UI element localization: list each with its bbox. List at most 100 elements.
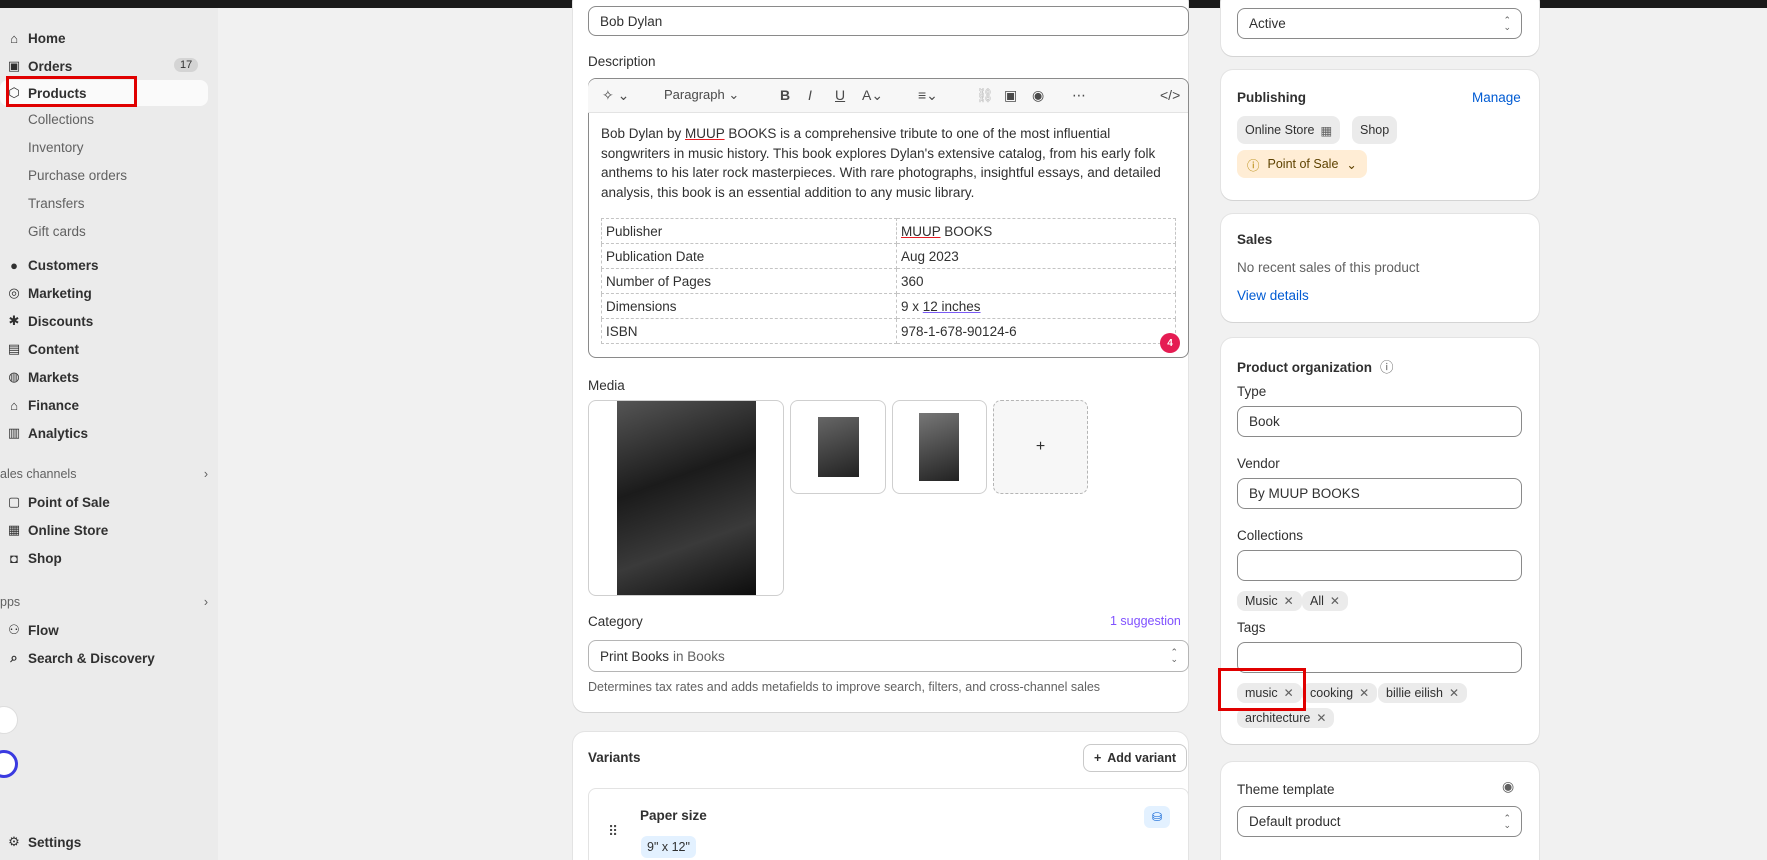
- sales-channels-section[interactable]: ales channels ›: [0, 464, 208, 484]
- vendor-label: Vendor: [1237, 456, 1280, 471]
- sidebar-item-shop[interactable]: ◘ Shop: [0, 545, 208, 571]
- sidebar-item-collections[interactable]: Collections: [28, 107, 94, 131]
- editor-toolbar: ✧ ⌄ Paragraph ⌄ B I U A⌄ ≡⌄ ⛓ ▣ ◉ ⋯ </>: [588, 79, 1188, 113]
- plus-icon: +: [1093, 751, 1102, 765]
- collections-label: Collections: [1237, 528, 1304, 543]
- channel-online-store: Online Store ▦: [1237, 116, 1341, 144]
- sidebar-item-transfers[interactable]: Transfers: [28, 191, 85, 215]
- sidebar-item-inventory[interactable]: Inventory: [28, 135, 84, 159]
- drag-handle-icon[interactable]: ⠿: [608, 823, 618, 840]
- sidebar-item-gift-cards[interactable]: Gift cards: [28, 219, 86, 243]
- close-icon[interactable]: ✕: [1316, 711, 1326, 725]
- add-media-button[interactable]: +: [993, 400, 1088, 494]
- gear-icon: ⚙: [8, 834, 20, 849]
- bold-icon[interactable]: B: [780, 87, 790, 103]
- tag-chip-cooking: cooking ✕: [1302, 683, 1378, 703]
- description-text[interactable]: Bob Dylan by MUUP BOOKS is a comprehensi…: [601, 124, 1176, 202]
- apps-section[interactable]: pps ›: [0, 592, 208, 612]
- sidebar-item-finance[interactable]: ⌂ Finance: [0, 392, 208, 418]
- media-thumb-2[interactable]: [892, 400, 987, 494]
- channel-shop: Shop: [1352, 116, 1398, 144]
- sidebar-item-content[interactable]: ▤ Content: [0, 336, 208, 362]
- code-view-icon[interactable]: </>: [1160, 87, 1180, 103]
- error-count-badge[interactable]: 4: [1160, 333, 1180, 353]
- discount-icon: ✱: [8, 313, 20, 328]
- sidebar-item-online-store[interactable]: ▦ Online Store: [0, 517, 208, 543]
- magic-icon[interactable]: ✧ ⌄: [602, 87, 629, 104]
- title-input[interactable]: Bob Dylan: [588, 6, 1189, 36]
- close-icon[interactable]: ✕: [1359, 686, 1369, 700]
- info-icon[interactable]: ⓘ: [1380, 360, 1394, 375]
- calendar-icon: ▦: [1320, 123, 1333, 138]
- image-icon[interactable]: ▣: [1004, 87, 1017, 104]
- book-cover-image: [617, 401, 756, 595]
- more-icon[interactable]: ⋯: [1072, 87, 1086, 104]
- chart-icon: ▥: [7, 425, 21, 440]
- manage-link[interactable]: Manage: [1472, 90, 1521, 105]
- collection-chip-all: All ✕: [1302, 591, 1348, 611]
- tag-chip-billie-eilish: billie eilish ✕: [1378, 683, 1468, 703]
- sidebar-item-search-discovery[interactable]: ⌕ Search & Discovery: [0, 645, 208, 671]
- sidebar-item-analytics[interactable]: ▥ Analytics: [0, 420, 208, 446]
- variant-value-chip: 9" x 12": [641, 836, 696, 858]
- italic-icon[interactable]: I: [808, 87, 812, 103]
- status-select[interactable]: Active ⌃ ⌄: [1237, 8, 1522, 39]
- sidebar-item-customers[interactable]: ● Customers: [0, 252, 208, 278]
- table-row: Publication Date Aug 2023: [601, 243, 1176, 269]
- sidebar-item-settings[interactable]: ⚙ Settings: [0, 829, 208, 855]
- publishing-title: Publishing: [1237, 90, 1306, 105]
- category-select[interactable]: Print Books in Books ⌃ ⌄: [588, 640, 1189, 672]
- pos-icon: ▢: [7, 494, 21, 509]
- sidebar-item-point-of-sale[interactable]: ▢ Point of Sale: [0, 489, 208, 515]
- paragraph-dropdown[interactable]: Paragraph ⌄: [664, 87, 739, 103]
- sidebar-item-marketing[interactable]: ◎ Marketing: [0, 280, 208, 306]
- tag-chip-architecture: architecture ✕: [1237, 708, 1335, 728]
- align-icon[interactable]: ≡⌄: [918, 87, 938, 104]
- video-icon[interactable]: ◉: [1032, 87, 1044, 104]
- media-thumb-1[interactable]: [790, 400, 886, 494]
- sales-title: Sales: [1237, 232, 1273, 247]
- theme-template-select[interactable]: Default product ⌃ ⌄: [1237, 806, 1522, 837]
- media-main-image[interactable]: [588, 400, 784, 596]
- text-color-icon[interactable]: A⌄: [862, 87, 883, 104]
- table-row: Number of Pages 360: [601, 268, 1176, 294]
- thumbnail-image: [919, 413, 959, 481]
- media-label: Media: [588, 378, 625, 393]
- inbox-icon: ▣: [7, 58, 21, 73]
- category-suggestion-link[interactable]: 1 suggestion: [1110, 614, 1181, 628]
- select-arrows-icon: ⌃ ⌄: [1503, 812, 1511, 830]
- close-icon[interactable]: ✕: [1449, 686, 1459, 700]
- sidebar-item-purchase-orders[interactable]: Purchase orders: [28, 163, 127, 187]
- sales-empty-text: No recent sales of this product: [1237, 260, 1420, 275]
- collection-chip-music: Music ✕: [1237, 591, 1302, 611]
- sidebar-item-home[interactable]: ⌂ Home: [0, 25, 208, 51]
- category-label: Category: [588, 614, 643, 629]
- person-icon: ●: [10, 257, 18, 273]
- table-row: Publisher MUUP BOOKS: [601, 218, 1176, 244]
- view-details-link[interactable]: View details: [1237, 288, 1309, 303]
- search-icon: ⌕: [10, 650, 18, 665]
- bank-icon: ⌂: [10, 397, 18, 413]
- flow-icon: ⚇: [8, 622, 20, 637]
- link-icon[interactable]: ⛓: [976, 87, 994, 104]
- eye-icon[interactable]: ◉: [1502, 778, 1514, 795]
- close-icon[interactable]: ✕: [1330, 594, 1340, 608]
- shop-icon: ◘: [10, 550, 18, 566]
- database-icon[interactable]: ⛁: [1144, 806, 1170, 828]
- add-variant-button[interactable]: + Add variant: [1083, 744, 1187, 772]
- sidebar-item-flow[interactable]: ⚇ Flow: [0, 617, 208, 643]
- collections-input[interactable]: [1237, 550, 1522, 581]
- point-of-sale-dropdown[interactable]: ⓘ Point of Sale ⌄: [1237, 150, 1367, 178]
- close-icon[interactable]: ✕: [1284, 594, 1294, 608]
- sidebar-item-discounts[interactable]: ✱ Discounts: [0, 308, 208, 334]
- vendor-input[interactable]: By MUUP BOOKS: [1237, 478, 1522, 509]
- variant-option-name: Paper size: [640, 808, 707, 823]
- highlight-music-tag: [1218, 668, 1306, 711]
- assistant-icon[interactable]: [0, 750, 18, 778]
- chevron-right-icon: ›: [203, 467, 208, 481]
- sidebar-item-markets[interactable]: ◍ Markets: [0, 364, 208, 390]
- type-input[interactable]: Book: [1237, 406, 1522, 437]
- underline-icon[interactable]: U: [835, 87, 845, 103]
- select-arrows-icon: ⌃ ⌄: [1503, 14, 1511, 32]
- app-shortcut-icon[interactable]: [0, 706, 18, 734]
